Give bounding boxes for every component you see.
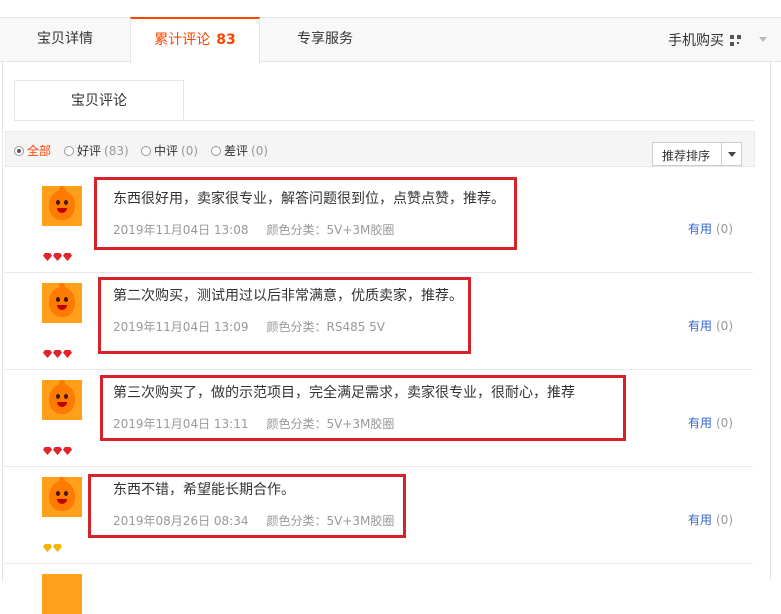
review-filter-bar: 全部 好评 (83) 中评 (0) 差评 (0) 推荐排序 (5, 131, 755, 167)
review-sku: 颜色分类：5V+3M胶圈 (266, 514, 395, 528)
review-date: 2019年11月04日 13:11 (113, 417, 249, 431)
review-text: 东西很好用，卖家很专业，解答问题很到位，点赞点赞，推荐。 (113, 191, 505, 207)
tab-product-reviews[interactable]: 宝贝评论 (14, 80, 184, 120)
radio-icon[interactable] (64, 146, 74, 156)
filter-neutral[interactable]: 中评 (0) (141, 144, 198, 158)
useful-count: (0) (716, 513, 733, 527)
buyer-credit-badge (43, 347, 73, 358)
review-item: 第二次购买，测试用过以后非常满意，优质卖家，推荐。 2019年11月04日 13… (5, 273, 753, 370)
sort-dropdown[interactable]: 推荐排序 (652, 142, 742, 166)
useful-label: 有用 (687, 222, 712, 236)
avatar[interactable] (42, 186, 82, 226)
review-sku: 颜色分类：5V+3M胶圈 (266, 417, 395, 431)
sort-divider (721, 143, 722, 165)
filter-neutral-label: 中评 (154, 144, 179, 158)
mobile-buy-link[interactable]: 手机购买 (668, 30, 741, 50)
avatar[interactable] (42, 380, 82, 420)
credit-gem-icon (53, 544, 62, 552)
radio-icon[interactable] (14, 146, 24, 156)
review-item: 东西不错，希望能长期合作。 2019年08月26日 08:34 颜色分类：5V+3… (5, 467, 753, 564)
tab-reviews[interactable]: 累计评论 83 (130, 17, 260, 64)
credit-gem-icon (63, 350, 72, 358)
useful-count: (0) (716, 319, 733, 333)
scrollbar[interactable] (770, 62, 781, 580)
credit-gem-icon (63, 447, 72, 455)
credit-gem-icon (53, 350, 62, 358)
review-item: 第三次购买了，做的示范项目，完全满足需求，卖家很专业，很耐心，推荐 2019年1… (5, 370, 753, 467)
review-meta: 2019年11月04日 13:11 颜色分类：5V+3M胶圈 (113, 415, 394, 432)
credit-gem-icon (63, 253, 72, 261)
avatar[interactable] (42, 283, 82, 323)
review-date: 2019年11月04日 13:09 (113, 320, 249, 334)
review-item (5, 564, 753, 614)
filter-bad-label: 差评 (224, 144, 249, 158)
filter-all-label: 全部 (27, 144, 52, 158)
filter-all[interactable]: 全部 (14, 144, 51, 158)
filter-good[interactable]: 好评 (83) (64, 144, 129, 158)
mobile-buy-label: 手机购买 (668, 33, 724, 49)
buyer-credit-badge (43, 541, 63, 552)
credit-gem-icon (43, 253, 52, 261)
review-text: 东西不错，希望能长期合作。 (113, 482, 295, 498)
credit-gem-icon (43, 447, 52, 455)
review-sku: 颜色分类：5V+3M胶圈 (266, 223, 395, 237)
radio-icon[interactable] (211, 146, 221, 156)
filter-bad-count: (0) (251, 144, 269, 158)
product-tab-bar: 宝贝详情 累计评论 83 专享服务 手机购买 (0, 17, 781, 64)
useful-label: 有用 (687, 319, 712, 333)
chevron-down-icon[interactable] (759, 37, 767, 42)
filter-bad[interactable]: 差评 (0) (211, 144, 268, 158)
avatar[interactable] (42, 574, 82, 614)
radio-icon[interactable] (141, 146, 151, 156)
useful-label: 有用 (687, 416, 712, 430)
review-item: 东西很好用，卖家很专业，解答问题很到位，点赞点赞，推荐。 2019年11月04日… (5, 176, 753, 273)
review-text: 第二次购买，测试用过以后非常满意，优质卖家，推荐。 (113, 288, 463, 304)
review-sku: 颜色分类：RS485 5V (266, 320, 386, 334)
reviews-count: 83 (216, 32, 236, 48)
tab-reviews-label: 累计评论 (154, 32, 211, 48)
review-meta: 2019年11月04日 13:08 颜色分类：5V+3M胶圈 (113, 221, 394, 238)
subtab-divider (14, 120, 754, 121)
buyer-credit-badge (43, 444, 73, 455)
qr-code-icon (730, 35, 741, 46)
useful-button[interactable]: 有用 (0) (688, 511, 733, 528)
chevron-down-icon[interactable] (728, 152, 736, 157)
credit-gem-icon (53, 447, 62, 455)
review-meta: 2019年11月04日 13:09 颜色分类：RS485 5V (113, 318, 385, 335)
useful-label: 有用 (687, 513, 712, 527)
filter-good-label: 好评 (77, 144, 102, 158)
sort-label: 推荐排序 (662, 149, 711, 163)
credit-gem-icon (43, 544, 52, 552)
credit-gem-icon (53, 253, 62, 261)
credit-gem-icon (43, 350, 52, 358)
filter-good-count: (83) (104, 144, 129, 158)
useful-button[interactable]: 有用 (0) (688, 317, 733, 334)
review-text: 第三次购买了，做的示范项目，完全满足需求，卖家很专业，很耐心，推荐 (113, 385, 575, 401)
tab-product-details[interactable]: 宝贝详情 (0, 17, 130, 63)
review-date: 2019年08月26日 08:34 (113, 514, 249, 528)
review-meta: 2019年08月26日 08:34 颜色分类：5V+3M胶圈 (113, 512, 394, 529)
useful-count: (0) (716, 416, 733, 430)
useful-button[interactable]: 有用 (0) (688, 414, 733, 431)
avatar[interactable] (42, 477, 82, 517)
review-date: 2019年11月04日 13:08 (113, 223, 249, 237)
buyer-credit-badge (43, 250, 73, 261)
useful-count: (0) (716, 222, 733, 236)
useful-button[interactable]: 有用 (0) (688, 220, 733, 237)
tab-exclusive-service[interactable]: 专享服务 (260, 17, 390, 63)
filter-neutral-count: (0) (181, 144, 199, 158)
